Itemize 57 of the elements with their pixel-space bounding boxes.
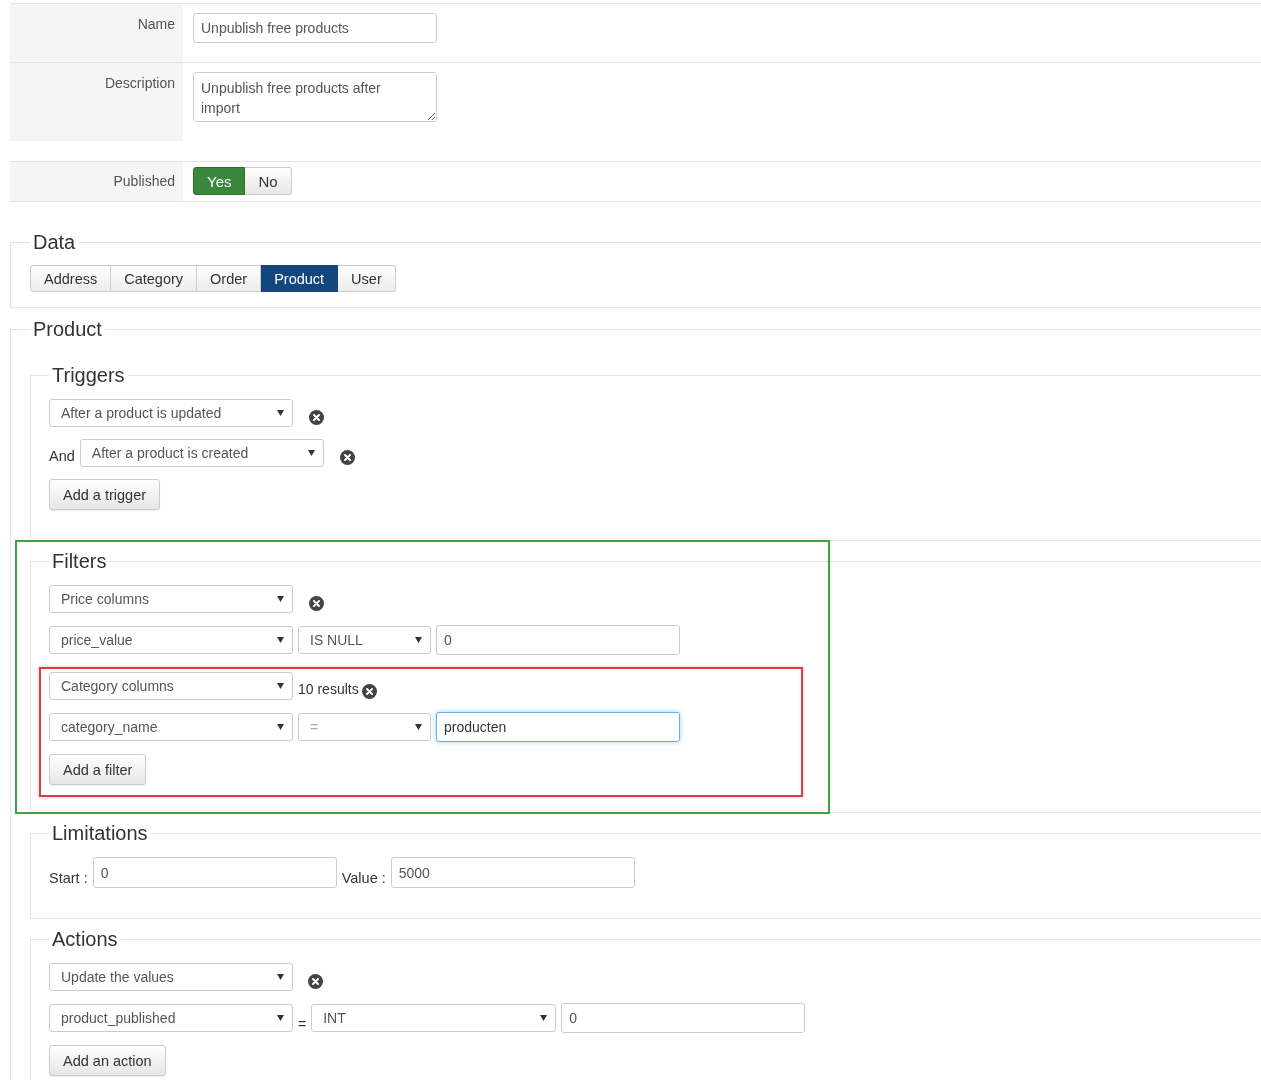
- section-title: Limitations: [51, 821, 149, 845]
- caret-icon: [277, 596, 284, 602]
- caret-icon: [307, 450, 315, 456]
- section-title: Actions: [51, 927, 119, 951]
- remove-icon[interactable]: [308, 973, 323, 989]
- limit-field[interactable]: 5000: [390, 857, 635, 888]
- trigger-select[interactable]: After a product is created: [79, 439, 324, 467]
- column-select[interactable]: price_value: [49, 626, 293, 654]
- operator-select[interactable]: IS NULL: [298, 626, 431, 654]
- caret-icon: [415, 637, 422, 643]
- data-tab[interactable]: Category: [111, 265, 198, 292]
- column-select[interactable]: category_name: [49, 713, 293, 741]
- caret-icon: [277, 974, 284, 980]
- action-value-field[interactable]: 0: [561, 1003, 806, 1033]
- caret-icon: [277, 1015, 284, 1021]
- limit-field[interactable]: 0: [92, 857, 337, 888]
- data-tab[interactable]: Order: [197, 265, 262, 292]
- field-label: Start :: [49, 870, 88, 888]
- filter-type-select[interactable]: Category columns: [49, 672, 293, 700]
- caret-icon: [277, 683, 284, 689]
- action-select[interactable]: Update the values: [49, 963, 293, 991]
- equals-sign: =: [298, 1016, 307, 1033]
- caret-icon: [540, 1015, 548, 1021]
- description-field[interactable]: Unpublish free products after import: [193, 72, 437, 122]
- field-label: Name: [137, 16, 175, 32]
- filter-type-select[interactable]: Price columns: [49, 585, 293, 613]
- results-count: 10 results: [298, 681, 359, 697]
- section-title: Filters: [51, 549, 108, 573]
- add-trigger-button[interactable]: Add a trigger: [49, 479, 161, 510]
- caret-icon: [277, 637, 284, 643]
- column-select[interactable]: product_published: [49, 1004, 293, 1032]
- toggle-option[interactable]: Yes: [193, 167, 246, 195]
- field-label: Description: [104, 75, 175, 91]
- add-action-button[interactable]: Add an action: [49, 1045, 166, 1076]
- remove-icon[interactable]: [309, 409, 324, 425]
- and-label: And: [49, 447, 75, 464]
- data-tab[interactable]: User: [338, 265, 396, 292]
- caret-icon: [277, 410, 284, 416]
- type-select[interactable]: INT: [311, 1004, 557, 1032]
- remove-icon[interactable]: [309, 595, 324, 611]
- toggle-option[interactable]: No: [245, 167, 292, 195]
- section-title: Data: [32, 230, 77, 254]
- filter-value-field[interactable]: 0: [436, 625, 680, 655]
- filter-value-field[interactable]: producten: [436, 712, 680, 742]
- section-title: Product: [32, 317, 103, 341]
- caret-icon: [415, 724, 422, 730]
- add-filter-button[interactable]: Add a filter: [49, 754, 147, 785]
- trigger-select[interactable]: After a product is updated: [49, 399, 293, 427]
- caret-icon: [277, 724, 284, 730]
- section-title: Triggers: [51, 363, 126, 387]
- field-label: Value :: [341, 870, 386, 888]
- remove-icon[interactable]: [361, 683, 377, 699]
- name-field[interactable]: Unpublish free products: [193, 13, 437, 43]
- data-tab[interactable]: Product: [261, 265, 339, 292]
- remove-icon[interactable]: [339, 449, 355, 465]
- field-label: Published: [113, 173, 175, 189]
- data-tab[interactable]: Address: [30, 265, 112, 292]
